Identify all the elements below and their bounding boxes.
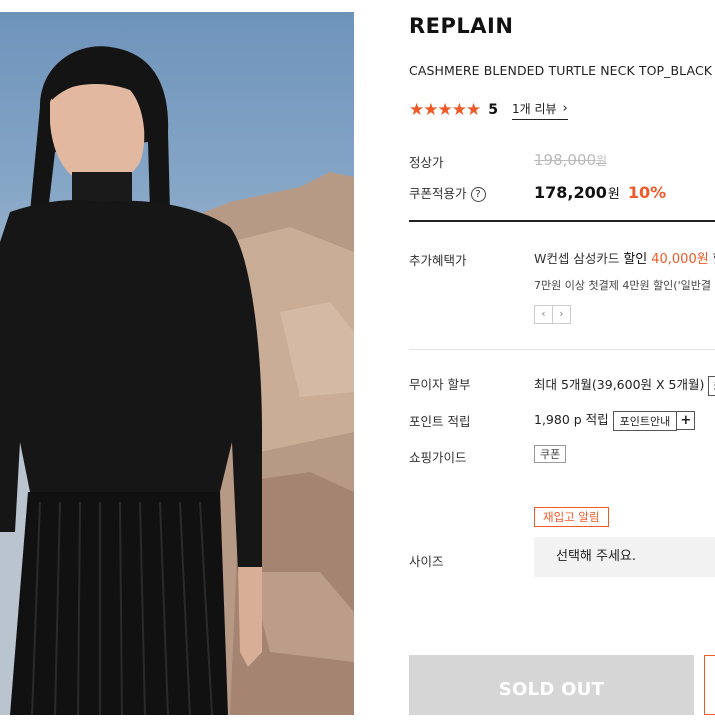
discount-rate: 10% — [627, 183, 667, 202]
points-label: 포인트 적립 — [409, 414, 471, 429]
benefits-label: 추가혜택가 — [409, 253, 467, 268]
regular-price-unit: 원 — [596, 154, 608, 168]
installment-label: 무이자 할부 — [409, 377, 471, 392]
rating-score: 5 — [488, 102, 498, 118]
first-payment-benefit: 7만원 이상 첫결제 4만원 할인('일반결 — [534, 279, 711, 292]
size-select[interactable]: 선택해 주세요. — [534, 537, 715, 577]
regular-price: 198,000원 — [534, 151, 607, 169]
regular-price-label: 정상가 — [409, 155, 444, 170]
card-benefit-amount: 40,000원 — [651, 252, 709, 267]
coupon-tag-button[interactable]: 쿠폰 — [534, 445, 567, 463]
coupon-price-label-text: 쿠폰적용가 — [409, 186, 467, 201]
shopping-guide-label: 쇼핑가이드 — [409, 450, 467, 465]
chevron-right-icon: › — [562, 101, 568, 116]
card-benefit: W컨셉 삼성카드 할인 40,000원 할 — [534, 248, 715, 267]
points-info: 1,980 p 적립 포인트안내 + — [534, 409, 696, 431]
benefit-pager: ‹ › — [534, 305, 571, 324]
star-rating-icon: ★★★★★ — [409, 99, 481, 120]
plus-icon[interactable]: + — [676, 411, 696, 430]
product-info-panel: REPLAIN CASHMERE BLENDED TURTLE NECK TOP… — [409, 0, 715, 715]
installment-info: 최대 5개월(39,600원 X 5개월) 카 — [534, 374, 715, 396]
sale-price: 178,200원 10% — [534, 183, 666, 202]
divider — [409, 349, 715, 350]
help-icon[interactable]: ? — [470, 187, 486, 202]
chevron-right-icon[interactable]: › — [552, 305, 571, 324]
review-link[interactable]: 1개 리뷰 › — [511, 100, 568, 120]
wishlist-button[interactable] — [704, 655, 715, 715]
sale-price-value: 178,200 — [534, 183, 607, 202]
chevron-left-icon[interactable]: ‹ — [534, 305, 553, 324]
regular-price-value: 198,000 — [534, 151, 597, 169]
product-name: CASHMERE BLENDED TURTLE NECK TOP_BLACK — [409, 63, 713, 78]
card-benefit-prefix: W컨셉 삼성카드 — [534, 251, 620, 266]
points-guide-button[interactable]: 포인트안내 — [612, 410, 678, 431]
size-label: 사이즈 — [409, 554, 444, 569]
sale-price-unit: 원 — [607, 187, 620, 202]
review-count[interactable]: 1개 리뷰 — [512, 100, 557, 117]
points-value: 1,980 p 적립 — [534, 412, 609, 427]
installment-value: 최대 5개월(39,600원 X 5개월) — [534, 377, 705, 392]
sold-out-button: SOLD OUT — [409, 655, 694, 715]
card-benefit-strong: 할인 — [623, 252, 648, 267]
product-image — [0, 12, 354, 715]
installment-card-button[interactable]: 카 — [708, 375, 715, 396]
divider — [409, 220, 715, 222]
rating-summary: ★★★★★ 5 1개 리뷰 › — [409, 100, 568, 120]
coupon-price-label: 쿠폰적용가? — [409, 183, 486, 202]
restock-alert-button[interactable]: 재입고 알림 — [534, 507, 609, 527]
brand-name[interactable]: REPLAIN — [409, 14, 513, 38]
